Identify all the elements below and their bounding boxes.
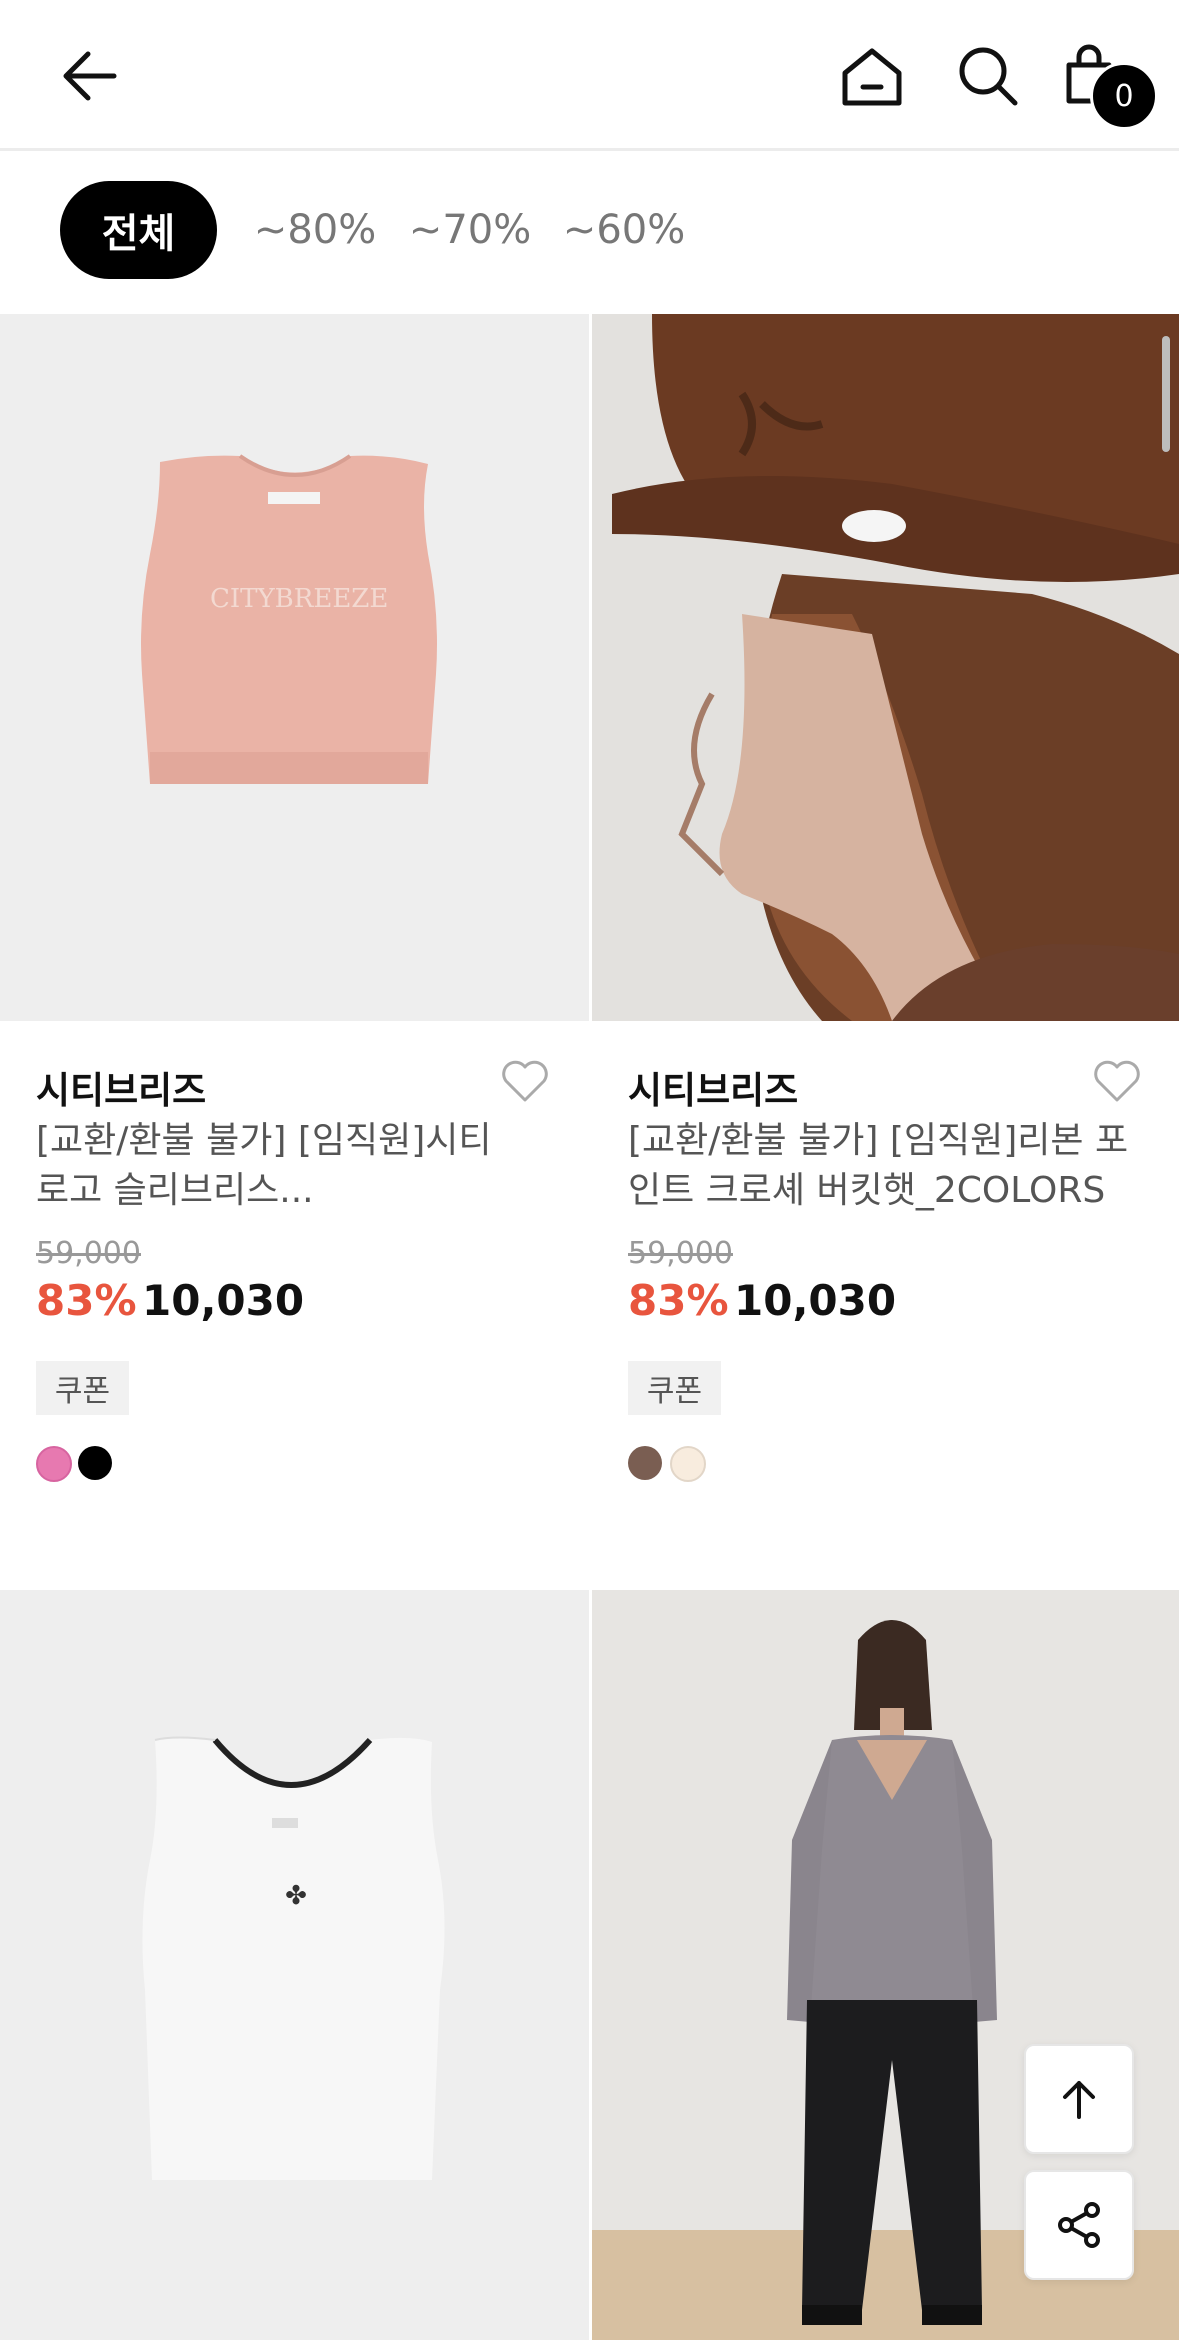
coupon-badge: 쿠폰 (628, 1361, 721, 1415)
discount-filter-bar: 전체 ~80% ~70% ~60% (0, 151, 1179, 313)
cart-count-badge: 0 (1090, 62, 1158, 130)
product-image[interactable]: ✤ (0, 1590, 589, 2340)
home-icon (842, 48, 902, 106)
sale-price: 10,030 (734, 1276, 897, 1325)
original-price: 59,000 (36, 1236, 141, 1271)
scrollbar-thumb[interactable] (1162, 336, 1170, 452)
top-bar: 0 (0, 0, 1179, 151)
product-brand: 시티브리즈 (36, 1069, 207, 1112)
search-button[interactable] (946, 34, 1030, 118)
heart-icon (1094, 1060, 1140, 1102)
coupon-badge: 쿠폰 (36, 1361, 129, 1415)
color-swatch-brown (628, 1446, 662, 1480)
color-swatch-pink (36, 1446, 72, 1482)
sale-price: 10,030 (142, 1276, 305, 1325)
original-price: 59,000 (628, 1236, 733, 1271)
discount-rate: 83% (628, 1276, 729, 1325)
share-icon (1058, 2202, 1100, 2248)
back-arrow-icon (63, 51, 117, 101)
back-button[interactable] (48, 34, 132, 118)
sleeveless-top-image (141, 454, 437, 784)
color-swatch-cream (670, 1446, 706, 1482)
product-image[interactable] (592, 314, 1179, 1021)
product-logo-text: CITYBREEZE (210, 584, 389, 614)
filter-chip-80[interactable]: ~80% (254, 181, 376, 279)
search-icon (959, 47, 1018, 106)
heart-icon (502, 1060, 548, 1102)
crochet-bucket-hat-photo (592, 314, 1179, 1021)
filter-chip-70[interactable]: ~70% (409, 181, 531, 279)
filter-chip-all[interactable]: 전체 (60, 181, 217, 279)
wishlist-button[interactable] (500, 1060, 550, 1104)
home-button[interactable] (830, 34, 914, 118)
product-name[interactable]: [교환/환불 불가] [임직원]시티 로고 슬리브리스... (36, 1116, 516, 1216)
wishlist-button[interactable] (1092, 1060, 1142, 1104)
share-button[interactable] (1024, 2170, 1134, 2280)
product-name[interactable]: [교환/환불 불가] [임직원]리본 포인트 크로셰 버킷햇_2COLORS (628, 1116, 1158, 1216)
scroll-to-top-button[interactable] (1024, 2044, 1134, 2154)
filter-chip-60[interactable]: ~60% (563, 181, 685, 279)
product-image[interactable]: CITYBREEZE (0, 314, 589, 1021)
color-swatch-black (78, 1446, 112, 1480)
product-brand: 시티브리즈 (628, 1069, 799, 1112)
svg-text:✤: ✤ (285, 1881, 307, 1911)
discount-rate: 83% (36, 1276, 137, 1325)
white-tank-top-image: ✤ (142, 1736, 445, 2180)
arrow-up-icon (1063, 2081, 1095, 2119)
